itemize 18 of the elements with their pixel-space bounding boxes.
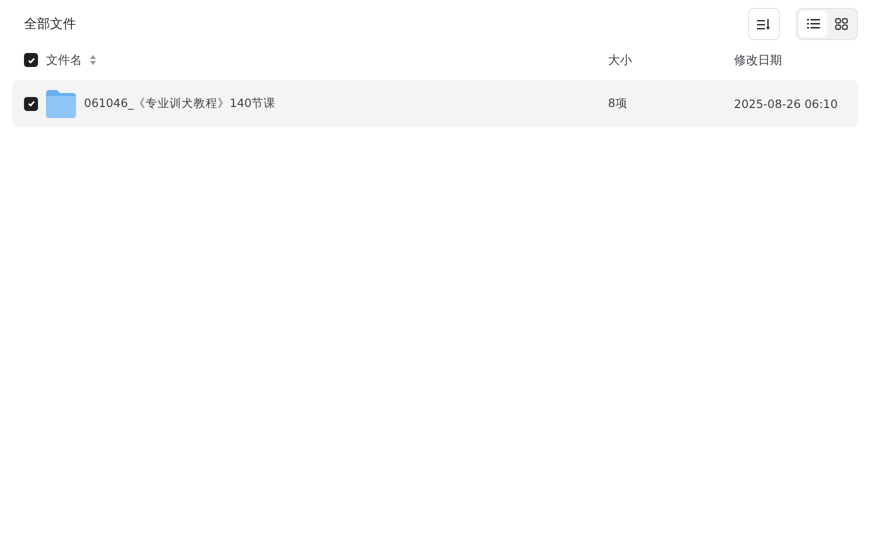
sort-button[interactable] (748, 8, 780, 40)
folder-icon (46, 90, 76, 118)
sort-icon (757, 18, 771, 30)
list-view-button[interactable] (799, 11, 827, 37)
column-header: 修改日期 (734, 52, 783, 68)
file-size: 8项 (608, 96, 628, 111)
checkbox[interactable] (24, 53, 38, 67)
grid-icon (834, 18, 848, 30)
column-header[interactable]: 文件名 (46, 52, 82, 68)
column-header: 大小 (608, 52, 633, 68)
file-name[interactable]: 061046_《专业训犬教程》140节课 (84, 96, 276, 111)
page-title: 全部文件 (24, 16, 76, 33)
checkmark-icon (26, 99, 36, 108)
checkbox[interactable] (24, 96, 38, 110)
sort-icon[interactable] (90, 55, 96, 65)
modified-date: 2025-08-26 06:10 (734, 96, 839, 110)
list-icon (806, 19, 820, 29)
checkmark-icon (26, 56, 36, 64)
